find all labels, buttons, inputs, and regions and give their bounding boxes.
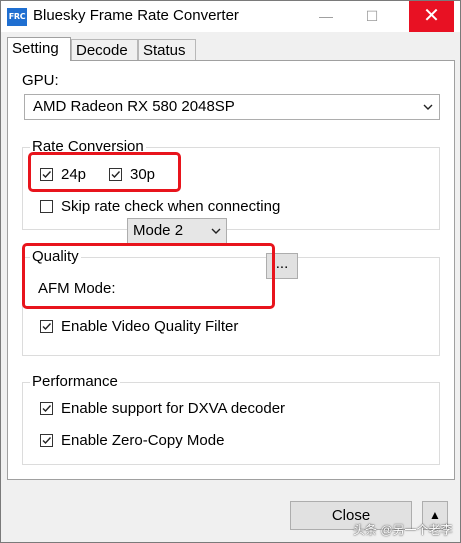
checkbox-video-quality-filter-label[interactable]: Enable Video Quality Filter	[61, 318, 238, 335]
gpu-label: GPU:	[22, 72, 59, 89]
checkbox-skip-rate-check[interactable]	[40, 200, 53, 213]
gpu-select-value: AMD Radeon RX 580 2048SP	[33, 98, 235, 115]
tab-setting[interactable]: Setting	[7, 37, 71, 61]
checkmark-icon	[42, 437, 52, 445]
chevron-down-icon	[211, 228, 221, 234]
app-window: FRC Bluesky Frame Rate Converter — ☐ ✕ S…	[0, 0, 461, 543]
highlight-box-quality	[22, 243, 275, 309]
checkbox-skip-rate-check-label[interactable]: Skip rate check when connecting	[61, 198, 280, 215]
afm-mode-value: Mode 2	[133, 222, 184, 239]
checkmark-icon	[42, 405, 52, 413]
checkbox-zero-copy-label[interactable]: Enable Zero-Copy Mode	[61, 432, 224, 449]
tab-status[interactable]: Status	[138, 39, 196, 60]
checkbox-zero-copy[interactable]	[40, 434, 53, 447]
checkmark-icon	[42, 323, 52, 331]
app-icon: FRC	[7, 8, 27, 26]
maximize-button[interactable]: ☐	[349, 1, 395, 32]
minimize-button[interactable]: —	[303, 1, 349, 32]
close-window-button[interactable]: ✕	[409, 1, 454, 32]
highlight-box-rate	[28, 152, 181, 192]
afm-mode-select[interactable]: Mode 2	[127, 218, 227, 244]
tab-decode[interactable]: Decode	[71, 39, 138, 60]
gpu-select[interactable]: AMD Radeon RX 580 2048SP	[24, 94, 440, 120]
title-bar[interactable]: FRC Bluesky Frame Rate Converter — ☐ ✕	[1, 1, 460, 32]
checkbox-video-quality-filter[interactable]	[40, 320, 53, 333]
watermark: 头条 @另一个老李	[353, 523, 453, 537]
performance-legend: Performance	[30, 373, 120, 390]
performance-group	[22, 382, 440, 465]
window-title: Bluesky Frame Rate Converter	[33, 7, 239, 24]
chevron-down-icon	[423, 104, 433, 110]
checkbox-dxva[interactable]	[40, 402, 53, 415]
checkbox-dxva-label[interactable]: Enable support for DXVA decoder	[61, 400, 285, 417]
